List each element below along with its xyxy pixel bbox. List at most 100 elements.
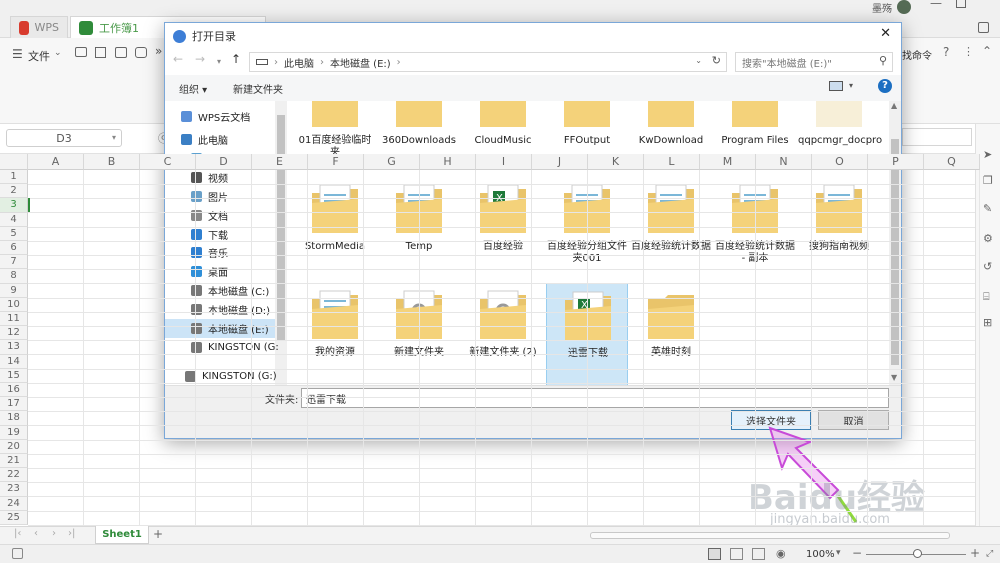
row-header[interactable]: 18 [0,411,28,426]
formula-input[interactable] [902,128,972,146]
column-header[interactable]: G [364,154,420,170]
column-header[interactable]: O [812,154,868,170]
row-header[interactable]: 3 [0,198,28,213]
collapse-ribbon-icon[interactable]: ⌃ [982,44,992,58]
minimize-icon[interactable]: — [930,0,942,10]
sheet-tab[interactable]: Sheet1 [95,526,149,544]
add-sheet-icon[interactable]: + [153,527,163,541]
row-header[interactable]: 13 [0,340,28,355]
address-dropdown-icon[interactable]: ⌄ [695,56,702,65]
find-command-label[interactable]: 找命令 [902,47,932,62]
scrollbar-thumb[interactable] [891,139,899,365]
zoom-level[interactable]: 100% [806,549,835,560]
page-break-icon[interactable] [752,548,765,560]
column-header[interactable]: N [756,154,812,170]
history-icon[interactable]: ↺ [983,260,992,273]
row-header[interactable]: 23 [0,482,28,497]
file-list-scrollbar[interactable]: ▲ ▼ [889,101,901,385]
column-header[interactable]: D [196,154,252,170]
zoom-slider-handle[interactable] [913,549,922,558]
open-icon[interactable] [75,47,87,57]
print-preview-icon[interactable] [135,47,147,58]
nav-item[interactable]: 音乐 [165,243,275,262]
row-header[interactable]: 20 [0,439,28,454]
property-icon[interactable]: ⚙ [983,232,993,245]
view-options-icon[interactable] [829,81,843,91]
scroll-up-icon[interactable]: ▲ [891,101,897,110]
row-header[interactable]: 7 [0,255,28,270]
row-header[interactable]: 14 [0,354,28,369]
style-icon[interactable]: ✎ [983,202,992,215]
new-folder-button[interactable]: 新建文件夹 [233,81,283,96]
organize-button[interactable]: 组织 ▾ [179,81,207,96]
fullscreen-icon[interactable]: ⤢ [986,549,993,559]
first-sheet-icon[interactable]: |‹ [14,528,21,539]
menu-icon[interactable]: ☰ [12,47,23,61]
address-bar[interactable]: › 此电脑 › 本地磁盘 (E:) › ⌄ ↻ [249,52,727,72]
row-header[interactable]: 6 [0,241,28,256]
row-header[interactable]: 2 [0,184,28,199]
user-name[interactable]: 墨殇 [872,0,892,15]
close-icon[interactable]: ✕ [880,26,891,41]
save-icon[interactable] [95,47,106,58]
row-header[interactable]: 24 [0,496,28,511]
more-dots-icon[interactable]: ⋮ [963,45,974,58]
nav-item[interactable]: 图片 [165,187,275,206]
column-header[interactable]: Q [924,154,980,170]
apps-icon[interactable]: ⊞ [983,316,992,329]
active-cell-marker[interactable] [28,198,30,212]
breadcrumb-this-pc[interactable]: 此电脑 [284,55,314,70]
refresh-icon[interactable]: ↻ [712,54,721,67]
print-icon[interactable] [115,47,127,58]
avatar[interactable] [897,0,911,14]
nav-item[interactable]: 本地磁盘 (D:) [165,300,275,319]
column-header[interactable]: L [644,154,700,170]
back-icon[interactable]: ← [173,52,183,66]
nav-item[interactable]: 本地磁盘 (E:) [165,319,275,338]
select-all-corner[interactable] [0,154,28,170]
nav-item[interactable]: 文档 [165,206,275,225]
column-header[interactable]: P [868,154,924,170]
horizontal-scrollbar[interactable] [590,532,950,539]
nav-item[interactable]: 此电脑 [165,130,275,149]
row-header[interactable]: 16 [0,383,28,398]
row-header[interactable]: 10 [0,297,28,312]
chevron-down-icon[interactable]: ▾ [112,133,116,142]
column-header[interactable]: I [476,154,532,170]
page-layout-icon[interactable] [730,548,743,560]
row-header[interactable]: 11 [0,312,28,327]
column-header[interactable]: A [28,154,84,170]
row-header[interactable]: 4 [0,212,28,227]
row-header[interactable]: 25 [0,510,28,525]
prev-sheet-icon[interactable]: ‹ [34,528,38,539]
more-button[interactable]: » [155,44,162,58]
breadcrumb-drive-e[interactable]: 本地磁盘 (E:) [330,55,391,70]
row-header[interactable]: 15 [0,368,28,383]
zoom-in-icon[interactable]: + [970,546,980,560]
column-header[interactable]: M [700,154,756,170]
search-input[interactable]: 搜索"本地磁盘 (E:)" ⚲ [735,52,893,72]
column-header[interactable]: J [532,154,588,170]
normal-view-icon[interactable] [708,548,721,560]
nav-item[interactable]: 桌面 [165,262,275,281]
pointer-icon[interactable]: ➤ [983,148,992,161]
column-header[interactable]: E [252,154,308,170]
row-header[interactable]: 1 [0,170,28,185]
shapes-icon[interactable]: ❐ [983,174,993,187]
backup-icon[interactable]: ⌸ [983,290,990,304]
folder-name-input[interactable]: 迅雷下载 [301,388,889,408]
up-icon[interactable]: ↑ [231,52,241,66]
row-header[interactable]: 21 [0,454,28,469]
row-header[interactable]: 5 [0,226,28,241]
tab-wps[interactable]: WPS [10,16,68,38]
zoom-out-icon[interactable]: − [852,546,862,560]
column-header[interactable]: H [420,154,476,170]
view-dropdown-icon[interactable]: ▾ [849,81,853,90]
maximize-icon[interactable] [956,0,966,8]
row-header[interactable]: 17 [0,397,28,412]
nav-item[interactable]: WPS云文档 [165,107,275,126]
macro-icon[interactable] [12,548,23,559]
row-header[interactable]: 22 [0,468,28,483]
row-header[interactable]: 9 [0,283,28,298]
eye-protect-icon[interactable]: ◉ [776,547,786,560]
